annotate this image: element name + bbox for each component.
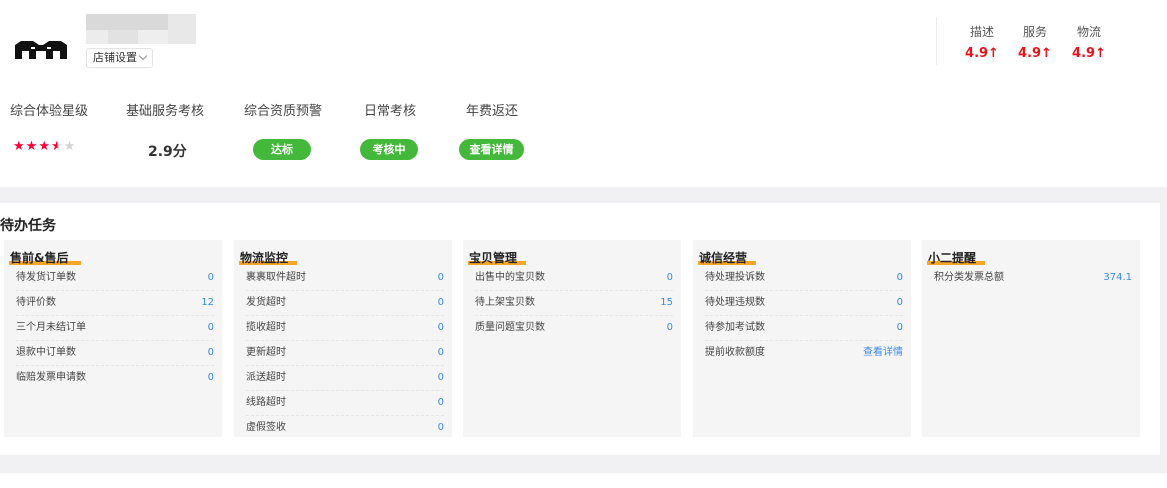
- column-title: 售前&售后: [4, 240, 222, 266]
- rating-logistics: 物流 4.9↑: [1069, 23, 1109, 63]
- view-details-link[interactable]: 查看详情: [863, 341, 903, 366]
- todo-column-reminders: 小二提醒 积分类发票总额 374.1: [922, 240, 1140, 437]
- shop-settings-label: 店铺设置: [93, 51, 137, 64]
- chevron-down-icon: [138, 51, 148, 61]
- todo-column-logistics: 物流监控 裹裹取件超时 0 发货超时 0 揽收超时 0 更新超时 0 派送超时 0 线路超…: [234, 240, 452, 437]
- list-item[interactable]: 质量问题宝贝数 0: [475, 316, 673, 341]
- todo-column-integrity: 诚信经营 待处理投诉数 0 待处理违规数 0 待参加考试数 0 提前收款额度 查看详情: [693, 240, 911, 437]
- shop-name-blurred: [86, 14, 196, 44]
- star-full-icon: ★: [25, 139, 39, 154]
- basic-service-score: 2.9分: [148, 141, 187, 161]
- column-title: 小二提醒: [922, 240, 1140, 266]
- column-title: 物流监控: [234, 240, 452, 266]
- list-item[interactable]: 待上架宝贝数 15: [475, 291, 673, 316]
- list-item[interactable]: 临赔发票申请数 0: [16, 366, 214, 391]
- list-item[interactable]: 三个月未结订单 0: [16, 316, 214, 341]
- metric-qualification: 综合资质预警: [244, 103, 322, 121]
- star-full-icon: ★: [38, 139, 51, 154]
- metric-label: 年费返还: [466, 104, 519, 119]
- metric-label: 基础服务考核: [126, 104, 205, 119]
- list-item[interactable]: 揽收超时 0: [246, 316, 444, 341]
- fee-refund-action[interactable]: 查看详情: [459, 139, 524, 160]
- status-badge: 达标: [253, 139, 311, 160]
- tmall-logo-icon: [15, 41, 67, 59]
- todo-panel: 待办任务 售前&售后 待发货订单数 0 待评价数 12 三个月未结订单 0 退款中订单…: [0, 203, 1160, 455]
- rating-value: 4.9↑: [965, 46, 999, 61]
- list-item[interactable]: 出售中的宝贝数 0: [475, 266, 673, 291]
- list-item[interactable]: 积分类发票总额 374.1: [934, 266, 1132, 291]
- rating-value: 4.9↑: [1018, 46, 1052, 61]
- rating-value: 4.9↑: [1072, 46, 1106, 61]
- list-item[interactable]: 待处理违规数 0: [705, 291, 903, 316]
- metric-label: 日常考核: [364, 104, 417, 119]
- list-item[interactable]: 待评价数 12: [16, 291, 214, 316]
- todo-column-presale-aftersale: 售前&售后 待发货订单数 0 待评价数 12 三个月未结订单 0 退款中订单数 0 临赔…: [4, 240, 222, 437]
- star-full-icon: ★: [13, 139, 26, 154]
- star-rating: ★★★★★: [13, 139, 76, 155]
- daily-status: 考核中: [360, 139, 418, 160]
- shop-settings-dropdown[interactable]: 店铺设置: [86, 48, 153, 68]
- list-item[interactable]: 待处理投诉数 0: [705, 266, 903, 291]
- todo-column-product-management: 宝贝管理 出售中的宝贝数 0 待上架宝贝数 15 质量问题宝贝数 0: [463, 240, 681, 437]
- rating-label: 物流: [1076, 25, 1101, 39]
- status-badge: 考核中: [360, 139, 418, 160]
- column-title: 诚信经营: [693, 240, 911, 266]
- rating-label: 描述: [969, 25, 994, 39]
- metric-label: 综合体验星级: [10, 104, 89, 119]
- shop-info-card: 店铺设置 描述 4.9↑ 服务 4.9↑ 物流 4.9↑ 综合体验星级 ★★★★…: [0, 0, 1167, 187]
- metric-daily: 日常考核: [364, 103, 416, 121]
- bottom-panel: [0, 473, 1167, 488]
- metric-fee-refund: 年费返还: [466, 103, 518, 121]
- list-item[interactable]: 线路超时 0: [246, 391, 444, 416]
- list-item[interactable]: 虚假签收 0: [246, 416, 444, 441]
- rating-service: 服务 4.9↑: [1015, 23, 1055, 63]
- divider: [936, 17, 937, 65]
- list-item[interactable]: 退款中订单数 0: [16, 341, 214, 366]
- list-item[interactable]: 裹裹取件超时 0: [246, 266, 444, 291]
- score-value: 2.9分: [148, 144, 187, 160]
- todo-title: 待办任务: [0, 218, 56, 234]
- list-item[interactable]: 待参加考试数 0: [705, 316, 903, 341]
- metric-experience: 综合体验星级: [10, 103, 88, 121]
- star-half-icon: ★: [50, 139, 64, 154]
- star-empty-icon: ★: [63, 139, 77, 154]
- metric-label: 综合资质预警: [244, 104, 323, 119]
- list-item[interactable]: 提前收款额度 查看详情: [705, 341, 903, 366]
- list-item[interactable]: 待发货订单数 0: [16, 266, 214, 291]
- list-item[interactable]: 发货超时 0: [246, 291, 444, 316]
- list-item[interactable]: 更新超时 0: [246, 341, 444, 366]
- list-item[interactable]: 派送超时 0: [246, 366, 444, 391]
- column-title: 宝贝管理: [463, 240, 681, 266]
- view-details-button[interactable]: 查看详情: [459, 139, 524, 160]
- metric-basic-service: 基础服务考核: [126, 103, 204, 121]
- rating-description: 描述 4.9↑: [962, 23, 1002, 63]
- experience-stars: ★★★★★: [13, 139, 76, 155]
- rating-label: 服务: [1022, 25, 1047, 39]
- qualification-status: 达标: [253, 139, 311, 160]
